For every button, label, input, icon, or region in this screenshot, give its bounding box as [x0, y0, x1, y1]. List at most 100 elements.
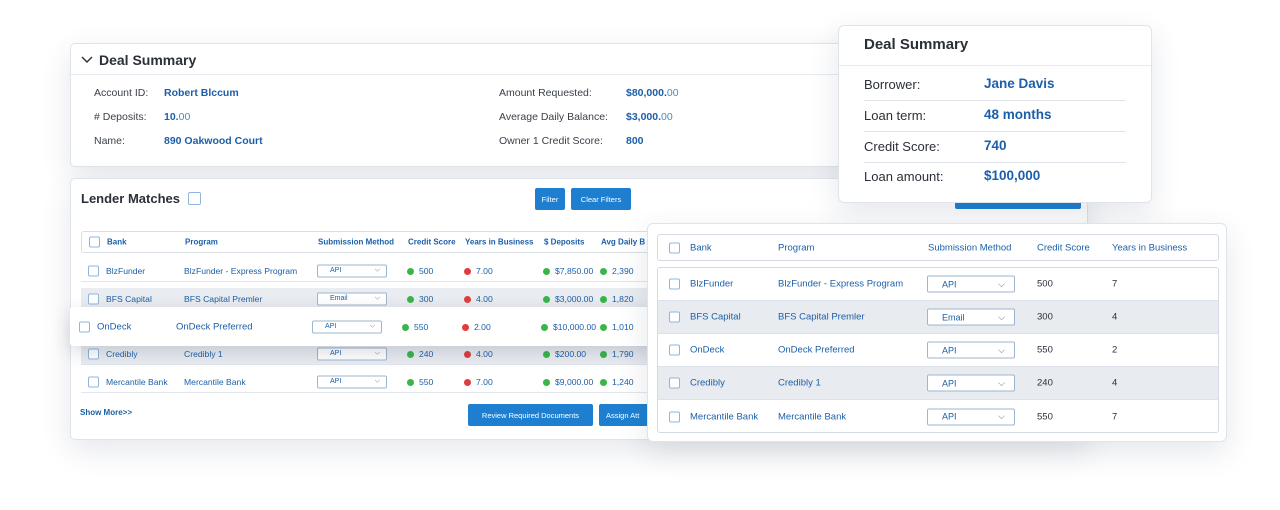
- name-value: 890 Oakwood Court: [164, 135, 263, 147]
- table-row[interactable]: Credibly Credibly 1 API ⌵ 240 4: [658, 367, 1218, 400]
- table-row[interactable]: BFS Capital BFS Capital Premler Email ⌵ 3…: [658, 301, 1218, 334]
- select-all-checkbox[interactable]: [187, 192, 201, 205]
- submission-method-select[interactable]: API ⌵: [317, 264, 387, 277]
- assign-button[interactable]: Assign Att: [599, 404, 651, 426]
- chevron-down-icon[interactable]: [81, 56, 93, 64]
- col-deposits[interactable]: $ Deposits: [544, 238, 584, 247]
- row-years: 7: [1112, 278, 1118, 290]
- col-program[interactable]: Program: [185, 238, 218, 247]
- row-avg: 1,010: [600, 322, 634, 332]
- clear-filters-button[interactable]: Clear Filters: [571, 188, 631, 210]
- submission-method-select[interactable]: API ⌵: [317, 375, 387, 388]
- row-bank: BFS Capital: [690, 311, 741, 323]
- row-bank: OnDeck: [97, 321, 132, 332]
- row-program: OnDeck Preferred: [778, 344, 855, 356]
- summary-value: Jane Davis: [984, 76, 1055, 91]
- status-ok-icon: [402, 323, 409, 331]
- credit-score-value: 800: [626, 135, 644, 147]
- row-checkbox[interactable]: [88, 348, 99, 359]
- col-submission-method[interactable]: Submission Method: [928, 242, 1011, 253]
- col-years-in-business[interactable]: Years in Business: [465, 238, 533, 247]
- row-credit-score: 550: [407, 377, 433, 387]
- chevron-down-icon: ⌵: [998, 311, 1005, 322]
- row-checkbox[interactable]: [88, 293, 99, 304]
- row-checkbox[interactable]: [669, 278, 680, 290]
- row-avg: 1,790: [600, 349, 634, 359]
- row-deposits: $7,850.00: [543, 266, 593, 276]
- col-credit-score[interactable]: Credit Score: [408, 238, 456, 247]
- submission-method-select[interactable]: Email ⌵: [317, 292, 387, 305]
- submission-method-select[interactable]: API ⌵: [927, 408, 1015, 425]
- table-row[interactable]: BlzFunder BlzFunder - Express Program AP…: [658, 268, 1218, 301]
- row-avg: 2,390: [600, 266, 634, 276]
- header-checkbox[interactable]: [89, 236, 100, 248]
- row-checkbox[interactable]: [79, 321, 90, 332]
- col-bank[interactable]: Bank: [690, 242, 712, 253]
- row-years: 4: [1112, 311, 1118, 323]
- row-credit-score: 300: [407, 294, 433, 304]
- amount-requested-value: $80,000.00: [626, 87, 679, 99]
- filter-button[interactable]: Filter: [535, 188, 565, 210]
- row-bank: Mercantile Bank: [690, 411, 759, 422]
- row-checkbox[interactable]: [669, 411, 680, 422]
- row-program: BFS Capital Premler: [184, 293, 263, 304]
- credit-score-label: Owner 1 Credit Score:: [499, 135, 603, 147]
- row-checkbox[interactable]: [669, 344, 680, 356]
- row-checkbox[interactable]: [669, 377, 680, 389]
- deal-summary-header[interactable]: Deal Summary: [81, 52, 196, 68]
- submission-method-select[interactable]: Email ⌵: [927, 308, 1015, 326]
- row-bank: BlzFunder: [690, 278, 734, 290]
- lender-matches-title: Lender Matches: [81, 191, 180, 206]
- col-avg-daily-balance[interactable]: Avg Daily B: [601, 238, 645, 247]
- row-credit-score: 240: [1037, 377, 1053, 389]
- col-program[interactable]: Program: [778, 242, 814, 253]
- chevron-down-icon: ⌵: [374, 349, 380, 357]
- row-program: BlzFunder - Express Program: [778, 278, 904, 290]
- row-years: 7.00: [464, 266, 493, 276]
- submission-method-select[interactable]: API ⌵: [312, 320, 382, 333]
- deal-summary-card: Deal Summary Borrower: Jane Davis Loan t…: [838, 25, 1152, 203]
- show-more-link[interactable]: Show More>>: [80, 408, 132, 417]
- table-row[interactable]: OnDeck OnDeck Preferred API ⌵ 550 2: [658, 334, 1218, 367]
- table-row[interactable]: Mercantile Bank Mercantile Bank API ⌵ 550…: [81, 371, 691, 393]
- name-label: Name:: [94, 135, 125, 147]
- credit-score-field: Owner 1 Credit Score: 800: [499, 135, 644, 147]
- table-row[interactable]: Mercantile Bank Mercantile Bank API ⌵ 550…: [658, 400, 1218, 432]
- summary-label: Loan amount:: [864, 169, 944, 184]
- dragged-table-row[interactable]: OnDeck OnDeck Preferred API ⌵ 550 2.00 $1…: [70, 307, 662, 346]
- summary-value: $100,000: [984, 168, 1041, 183]
- col-bank[interactable]: Bank: [107, 238, 127, 247]
- row-bank: Credibly: [106, 348, 138, 359]
- status-alert-icon: [464, 350, 471, 358]
- col-years-in-business[interactable]: Years in Business: [1112, 242, 1187, 253]
- submission-method-select[interactable]: API ⌵: [927, 275, 1015, 293]
- lender-matches-header: Lender Matches: [81, 191, 201, 206]
- row-checkbox[interactable]: [669, 311, 680, 323]
- row-years: 2: [1112, 344, 1118, 356]
- average-daily-balance-field: Average Daily Balance: $3,000.00: [499, 111, 673, 123]
- col-submission-method[interactable]: Submission Method: [318, 238, 394, 247]
- status-ok-icon: [541, 323, 548, 331]
- table-row[interactable]: Credibly Credibly 1 API ⌵ 240 4.00 $200.0…: [81, 343, 691, 365]
- header-checkbox[interactable]: [669, 242, 680, 253]
- divider: [839, 65, 1151, 66]
- lender-table-card: Bank Program Submission Method Credit Sc…: [647, 223, 1227, 442]
- row-deposits: $3,000.00: [543, 294, 593, 304]
- submission-method-select[interactable]: API ⌵: [927, 341, 1015, 359]
- status-alert-icon: [462, 323, 469, 331]
- chevron-down-icon: ⌵: [369, 322, 375, 330]
- table-row[interactable]: BlzFunder BlzFunder - Express Program AP…: [81, 260, 691, 282]
- status-ok-icon: [600, 323, 607, 331]
- account-id-label: Account ID:: [94, 87, 149, 99]
- submission-method-select[interactable]: API ⌵: [317, 347, 387, 360]
- col-credit-score[interactable]: Credit Score: [1037, 242, 1090, 253]
- row-credit-score: 550: [1037, 344, 1053, 356]
- row-checkbox[interactable]: [88, 376, 99, 387]
- review-documents-button[interactable]: Review Required Documents: [468, 404, 593, 426]
- status-ok-icon: [600, 350, 607, 358]
- row-bank: BlzFunder: [106, 265, 146, 276]
- row-years: 7: [1112, 411, 1118, 422]
- summary-label: Loan term:: [864, 108, 927, 123]
- submission-method-select[interactable]: API ⌵: [927, 374, 1015, 392]
- row-checkbox[interactable]: [88, 265, 99, 276]
